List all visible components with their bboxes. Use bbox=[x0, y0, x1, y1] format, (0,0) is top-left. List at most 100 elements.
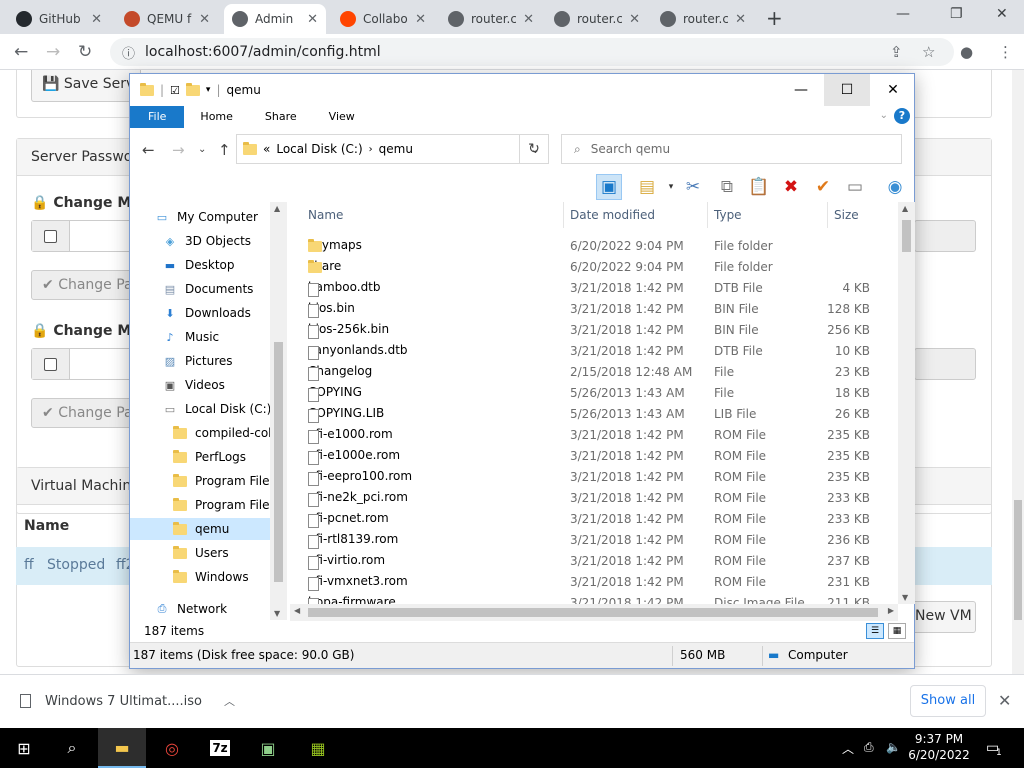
properties-icon[interactable]: ☑ bbox=[170, 84, 180, 97]
file-row[interactable]: bios.bin 3/21/2018 1:42 PM BIN File 128 KB bbox=[308, 299, 898, 320]
tab-close-icon[interactable]: ✕ bbox=[91, 12, 102, 27]
explorer-forward-icon[interactable]: → bbox=[172, 141, 185, 159]
nav-item[interactable]: ▣ Videos bbox=[130, 374, 270, 396]
download-chevron-icon[interactable]: ︿ bbox=[224, 693, 235, 709]
page-scroll-thumb[interactable] bbox=[1014, 500, 1022, 620]
file-row[interactable]: bamboo.dtb 3/21/2018 1:42 PM DTB File 4 KB bbox=[308, 278, 898, 299]
files-hscroll-thumb[interactable] bbox=[308, 608, 878, 617]
files-scroll-left-icon[interactable]: ◀ bbox=[294, 606, 300, 615]
explorer-back-icon[interactable]: ← bbox=[142, 141, 155, 159]
download-item[interactable]: Windows 7 Ultimat....iso ︿ bbox=[20, 693, 235, 709]
nav-item[interactable]: ▭ Local Disk (C:) bbox=[130, 398, 272, 420]
share-icon[interactable]: ⇪ bbox=[890, 43, 903, 61]
minimize-icon[interactable]: — bbox=[896, 6, 910, 22]
file-row[interactable]: share 6/20/2022 9:04 PM File folder bbox=[308, 257, 898, 278]
help-icon[interactable]: ? bbox=[894, 108, 910, 124]
column-date-header[interactable]: Date modified bbox=[564, 202, 708, 228]
nav-scroll-up-icon[interactable]: ▲ bbox=[274, 204, 280, 213]
paste-icon[interactable]: 📋 bbox=[746, 174, 772, 200]
copy-icon[interactable]: ⧉ bbox=[714, 174, 740, 200]
new-folder-icon[interactable] bbox=[185, 82, 200, 96]
expand-ribbon-icon[interactable]: ⌄ bbox=[880, 110, 888, 121]
nav-scroll-thumb[interactable] bbox=[274, 342, 283, 582]
search-input[interactable]: ⌕ Search qemu bbox=[561, 134, 902, 164]
column-type-header[interactable]: Type bbox=[708, 202, 828, 228]
master-checkbox[interactable] bbox=[44, 230, 57, 243]
file-row[interactable]: efi-pcnet.rom 3/21/2018 1:42 PM ROM File 23… bbox=[308, 509, 898, 530]
tab-close-icon[interactable]: ✕ bbox=[199, 12, 210, 27]
file-row[interactable]: COPYING 5/26/2013 1:43 AM File 18 KB bbox=[308, 383, 898, 404]
tab-close-icon[interactable]: ✕ bbox=[523, 12, 534, 27]
reload-icon[interactable]: ↻ bbox=[78, 42, 92, 62]
restore-icon[interactable]: ❐ bbox=[950, 6, 963, 22]
nav-item[interactable]: ⬇ Downloads bbox=[130, 302, 270, 324]
browser-tab[interactable]: GitHub ✕ bbox=[8, 4, 110, 34]
browser-tab[interactable]: router.c ✕ bbox=[440, 4, 542, 34]
browser-tab[interactable]: router.c ✕ bbox=[652, 4, 754, 34]
delete-icon[interactable]: ✖ bbox=[778, 174, 804, 200]
file-row[interactable]: keymaps 6/20/2022 9:04 PM File folder bbox=[308, 236, 898, 257]
large-icons-view-icon[interactable]: ▦ bbox=[888, 623, 906, 639]
nav-item[interactable]: ▤ Documents bbox=[130, 278, 270, 300]
preview-pane-icon[interactable]: ▣ bbox=[596, 174, 622, 200]
file-row[interactable]: efi-eepro100.rom 3/21/2018 1:42 PM ROM Fil… bbox=[308, 467, 898, 488]
tab-close-icon[interactable]: ✕ bbox=[735, 12, 746, 27]
nav-item[interactable]: ▬ Desktop bbox=[130, 254, 270, 276]
files-scroll-up-icon[interactable]: ▲ bbox=[902, 204, 908, 213]
nav-item[interactable]: Users bbox=[130, 542, 270, 564]
globe-icon[interactable]: ◉ bbox=[882, 174, 908, 200]
files-scroll-down-icon[interactable]: ▼ bbox=[902, 593, 908, 602]
network-tray-icon[interactable]: ⎙ bbox=[864, 740, 874, 755]
up-icon[interactable]: ↑ bbox=[218, 141, 231, 159]
tab-close-icon[interactable]: ✕ bbox=[307, 12, 318, 27]
browser-tab[interactable]: router.c ✕ bbox=[546, 4, 648, 34]
details-view-icon[interactable]: ☰ bbox=[866, 623, 884, 639]
close-downloads-icon[interactable]: ✕ bbox=[998, 691, 1011, 710]
explorer-address-bar[interactable]: « Local Disk (C:) › qemu ⌄ bbox=[236, 134, 549, 164]
clock[interactable]: 9:37 PM 6/20/2022 bbox=[900, 731, 978, 763]
search-icon[interactable]: ⌕ bbox=[48, 728, 96, 768]
nav-item[interactable]: ▨ Pictures bbox=[130, 350, 270, 372]
new-tab-button[interactable]: + bbox=[766, 6, 783, 30]
recent-dropdown-icon[interactable]: ⌄ bbox=[198, 144, 206, 155]
nav-item[interactable]: PerfLogs bbox=[130, 446, 270, 468]
show-all-button[interactable]: Show all bbox=[910, 685, 986, 717]
file-row[interactable]: hppa-firmware 3/21/2018 1:42 PM Disc Image… bbox=[308, 593, 898, 604]
rename-check-icon[interactable]: ✔ bbox=[810, 174, 836, 200]
file-row[interactable]: bios-256k.bin 3/21/2018 1:42 PM BIN File 25… bbox=[308, 320, 898, 341]
browser-tab[interactable]: Collabo ✕ bbox=[332, 4, 434, 34]
tray-chevron-icon[interactable]: ︿ bbox=[842, 740, 854, 757]
properties-card-icon[interactable]: ▭ bbox=[842, 174, 868, 200]
file-row[interactable]: efi-e1000.rom 3/21/2018 1:42 PM ROM File 23… bbox=[308, 425, 898, 446]
change-password-button-2[interactable]: ✔ Change Pa bbox=[31, 398, 141, 428]
file-row[interactable]: efi-virtio.rom 3/21/2018 1:42 PM ROM File 2… bbox=[308, 551, 898, 572]
ribbon-tab-view[interactable]: View bbox=[313, 106, 371, 128]
file-row[interactable]: efi-ne2k_pci.rom 3/21/2018 1:42 PM ROM Fil… bbox=[308, 488, 898, 509]
nav-scrollbar[interactable]: ▲ ▼ bbox=[270, 202, 287, 620]
file-row[interactable]: efi-vmxnet3.rom 3/21/2018 1:42 PM ROM File… bbox=[308, 572, 898, 593]
explorer-close-icon[interactable]: ✕ bbox=[870, 74, 916, 106]
ribbon-tab-file[interactable]: File bbox=[130, 106, 185, 128]
nav-item[interactable]: Program Files bbox=[130, 470, 276, 492]
column-name-header[interactable]: Name ^ bbox=[302, 202, 564, 228]
explorer-maximize-icon[interactable]: ☐ bbox=[824, 74, 870, 106]
nav-item[interactable]: ⎙ Network bbox=[130, 598, 270, 620]
tab-close-icon[interactable]: ✕ bbox=[415, 12, 426, 27]
nav-item[interactable]: ◈ 3D Objects bbox=[130, 230, 270, 252]
address-bar[interactable]: ⓘ localhost:6007/admin/config.html bbox=[110, 38, 954, 66]
explorer-minimize-icon[interactable]: — bbox=[778, 74, 824, 106]
cut-icon[interactable]: ✂ bbox=[680, 174, 706, 200]
windows-start-icon[interactable]: ⊞ bbox=[0, 728, 48, 768]
info-icon[interactable]: ⓘ bbox=[122, 43, 135, 62]
file-row[interactable]: efi-rtl8139.rom 3/21/2018 1:42 PM ROM File… bbox=[308, 530, 898, 551]
bookmark-star-icon[interactable]: ☆ bbox=[922, 43, 935, 61]
page-scrollbar[interactable] bbox=[1012, 70, 1024, 674]
mod-checkbox[interactable] bbox=[44, 358, 57, 371]
breadcrumb-folder[interactable]: qemu bbox=[379, 142, 413, 156]
breadcrumb-drive[interactable]: Local Disk (C:) bbox=[276, 142, 362, 156]
nav-item[interactable]: Program Files ( bbox=[130, 494, 284, 516]
files-scroll-thumb[interactable] bbox=[902, 220, 911, 252]
app-window-icon[interactable]: ▣ bbox=[244, 728, 292, 768]
browser-tab[interactable]: Admin ✕ bbox=[224, 4, 326, 34]
nav-item[interactable]: ♪ Music bbox=[130, 326, 270, 348]
